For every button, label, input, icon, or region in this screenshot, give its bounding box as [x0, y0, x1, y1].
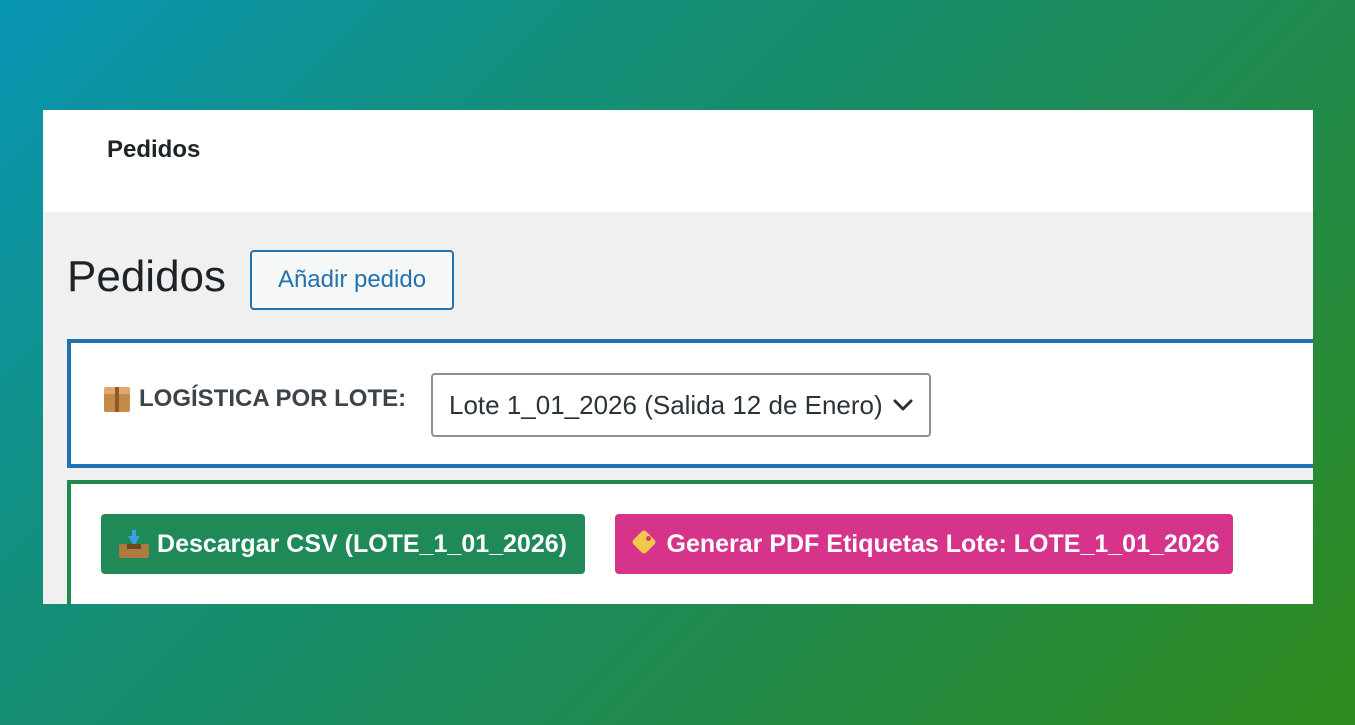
- batch-select[interactable]: Lote 1_01_2026 (Salida 12 de Enero): [431, 373, 931, 437]
- admin-window: Pedidos Pedidos Añadir pedido LOGÍSTICA …: [43, 110, 1313, 604]
- download-csv-button[interactable]: Descargar CSV (LOTE_1_01_2026): [101, 514, 585, 574]
- chevron-down-icon: [893, 399, 913, 411]
- top-bar-title: Pedidos: [107, 136, 201, 163]
- page-title: Pedidos: [67, 252, 227, 301]
- logistics-label-text: LOGÍSTICA POR LOTE:: [139, 385, 407, 412]
- package-icon: [103, 385, 131, 413]
- download-csv-label: Descargar CSV (LOTE_1_01_2026): [157, 529, 567, 558]
- inbox-tray-icon: [119, 530, 150, 558]
- generate-pdf-labels-button[interactable]: Generar PDF Etiquetas Lote: LOTE_1_01_20…: [615, 514, 1233, 574]
- logistics-panel: LOGÍSTICA POR LOTE: Lote 1_01_2026 (Sali…: [67, 339, 1313, 468]
- tag-icon: [629, 529, 659, 558]
- actions-panel: Descargar CSV (LOTE_1_01_2026) Generar P…: [67, 480, 1313, 604]
- add-order-button[interactable]: Añadir pedido: [250, 250, 454, 310]
- top-bar: Pedidos: [43, 110, 1313, 212]
- batch-select-value: Lote 1_01_2026 (Salida 12 de Enero): [449, 390, 881, 420]
- logistics-label: LOGÍSTICA POR LOTE:: [103, 385, 406, 413]
- generate-pdf-label: Generar PDF Etiquetas Lote: LOTE_1_01_20…: [666, 529, 1220, 558]
